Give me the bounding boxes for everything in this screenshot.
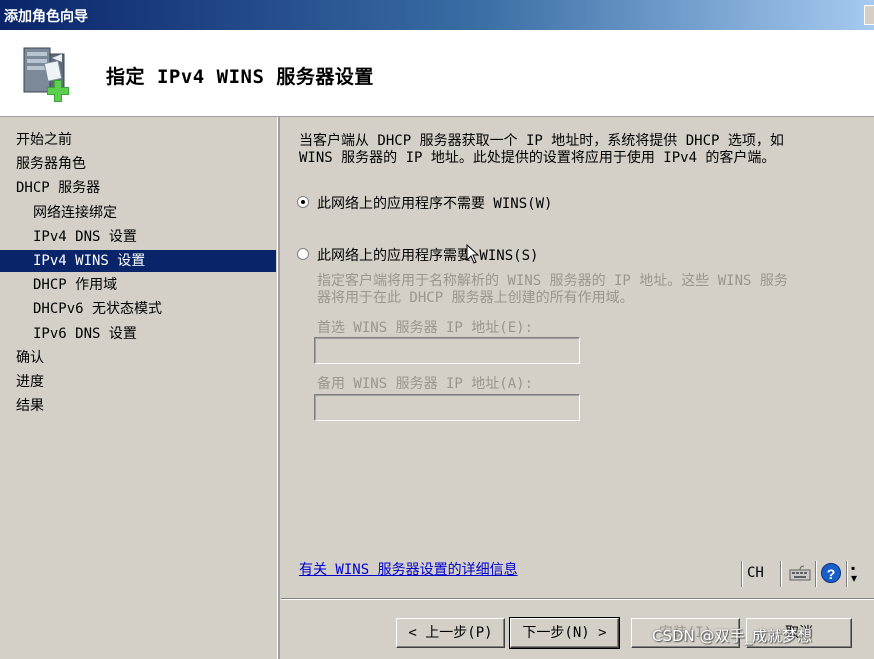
wins-info-link[interactable]: 有关 WINS 服务器设置的详细信息 xyxy=(299,559,518,579)
nav-item-server-roles[interactable]: 服务器角色 xyxy=(0,153,276,175)
langbar-separator xyxy=(780,561,781,587)
language-indicator[interactable]: CH xyxy=(747,565,764,581)
nav-item-results[interactable]: 结果 xyxy=(0,395,276,417)
nav-item-confirmation[interactable]: 确认 xyxy=(0,347,276,369)
description-line-2: WINS 服务器的 IP 地址。此处提供的设置将应用于使用 IPv4 的客户端。 xyxy=(299,150,776,166)
alternate-wins-label: 备用 WINS 服务器 IP 地址(A): xyxy=(317,376,534,392)
next-button[interactable]: 下一步(N) > xyxy=(509,617,620,649)
nav-item-dhcp-scope[interactable]: DHCP 作用域 xyxy=(0,274,276,296)
nav-item-ipv4-wins[interactable]: IPv4 WINS 设置 xyxy=(0,250,276,272)
radio-wins-not-required-label[interactable]: 此网络上的应用程序不需要 WINS(W) xyxy=(317,193,552,213)
radio-wins-required-label[interactable]: 此网络上的应用程序需要 WINS(S) xyxy=(317,245,538,265)
nav-item-dhcpv6-stateless[interactable]: DHCPv6 无状态模式 xyxy=(0,298,276,320)
server-add-icon xyxy=(23,47,69,102)
nav-item-network-binding[interactable]: 网络连接绑定 xyxy=(0,202,276,224)
language-bar: CH ? ▪ ▾ xyxy=(737,557,870,589)
description: 当客户端从 DHCP 服务器获取一个 IP 地址时，系统将提供 DHCP 选项，… xyxy=(299,133,859,167)
alternate-wins-input[interactable] xyxy=(314,394,580,421)
langbar-options-icon[interactable]: ▪ ▾ xyxy=(851,562,857,584)
wizard-content: 当客户端从 DHCP 服务器获取一个 IP 地址时，系统将提供 DHCP 选项，… xyxy=(281,117,874,659)
radio-wins-not-required[interactable] xyxy=(297,196,309,208)
langbar-separator xyxy=(741,561,742,587)
footer-separator xyxy=(281,598,874,599)
keyboard-icon[interactable] xyxy=(789,564,811,582)
radio-wins-required[interactable] xyxy=(297,248,309,260)
watermark: CSDN @双手_成就梦想 xyxy=(652,627,813,645)
wins-required-description-line-2: 器将用于在此 DHCP 服务器上创建的所有作用域。 xyxy=(317,290,634,306)
langbar-separator xyxy=(846,561,847,587)
title-bar: 添加角色向导 xyxy=(0,0,874,30)
radio-selected-dot xyxy=(301,200,305,204)
wizard-header: 指定 IPv4 WINS 服务器设置 xyxy=(0,30,874,117)
nav-item-progress[interactable]: 进度 xyxy=(0,371,276,393)
nav-item-dhcp-server[interactable]: DHCP 服务器 xyxy=(0,177,276,199)
close-button-edge[interactable] xyxy=(864,5,874,25)
nav-item-before-you-begin[interactable]: 开始之前 xyxy=(0,129,276,151)
page-title: 指定 IPv4 WINS 服务器设置 xyxy=(106,66,374,88)
preferred-wins-input[interactable] xyxy=(314,337,580,364)
back-button[interactable]: < 上一步(P) xyxy=(396,618,505,648)
description-line-1: 当客户端从 DHCP 服务器获取一个 IP 地址时，系统将提供 DHCP 选项，… xyxy=(299,133,784,149)
wizard-nav-pane: 开始之前 服务器角色 DHCP 服务器 网络连接绑定 IPv4 DNS 设置 I… xyxy=(0,117,280,659)
wins-required-description-line-1: 指定客户端将用于名称解析的 WINS 服务器的 IP 地址。这些 WINS 服务 xyxy=(317,273,788,289)
help-icon[interactable]: ? xyxy=(821,563,841,583)
preferred-wins-label: 首选 WINS 服务器 IP 地址(E): xyxy=(317,320,534,336)
nav-item-ipv4-dns[interactable]: IPv4 DNS 设置 xyxy=(0,226,276,248)
nav-item-ipv6-dns[interactable]: IPv6 DNS 设置 xyxy=(0,323,276,345)
window-title: 添加角色向导 xyxy=(4,9,88,25)
wins-required-description: 指定客户端将用于名称解析的 WINS 服务器的 IP 地址。这些 WINS 服务… xyxy=(317,273,862,307)
mouse-cursor-icon xyxy=(466,244,480,264)
langbar-separator xyxy=(815,561,816,587)
